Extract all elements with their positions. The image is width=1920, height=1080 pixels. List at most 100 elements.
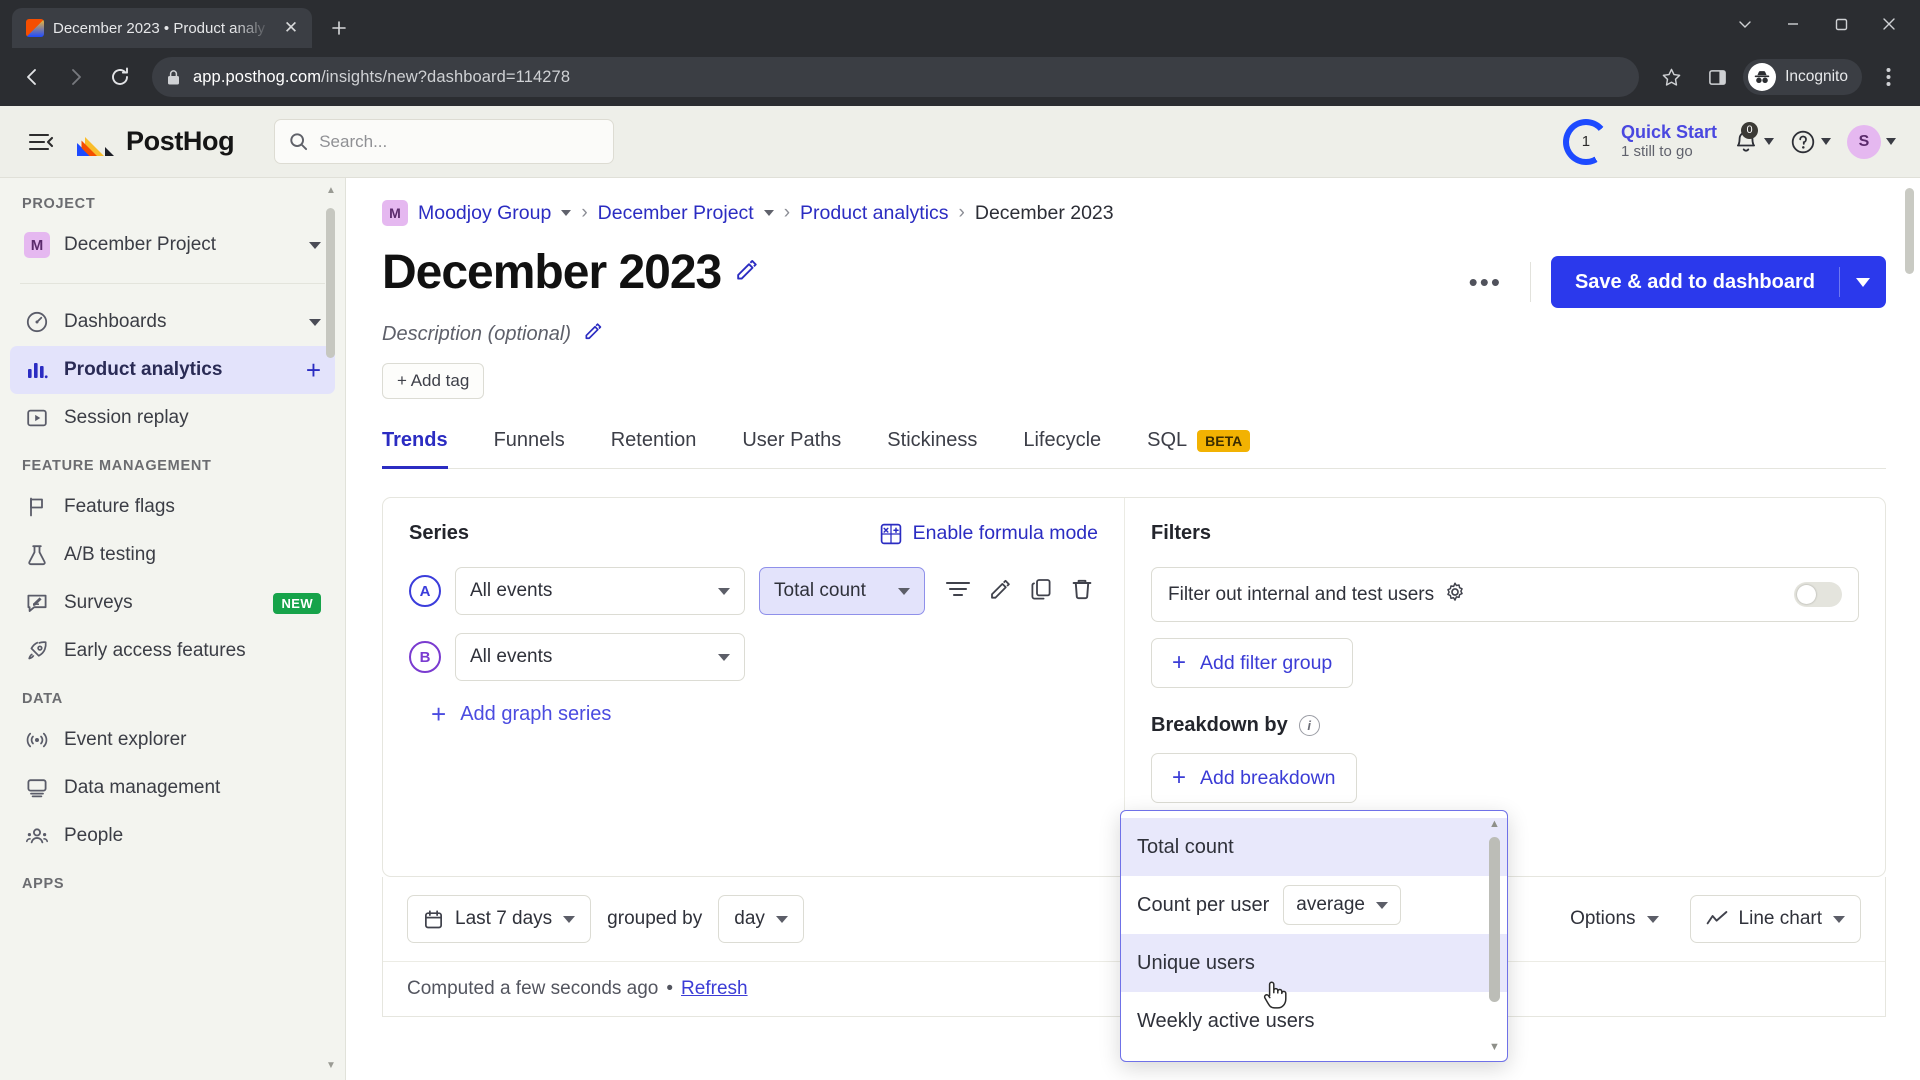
add-tag-button[interactable]: + Add tag <box>382 363 485 399</box>
breadcrumb-item-org[interactable]: Moodjoy Group <box>418 202 551 225</box>
chevron-down-icon[interactable] <box>309 318 321 326</box>
more-options-button[interactable]: ••• <box>1461 266 1510 299</box>
close-window-icon[interactable] <box>1866 4 1912 44</box>
options-button[interactable]: Options <box>1555 895 1674 943</box>
close-icon[interactable]: ✕ <box>280 17 302 39</box>
enable-formula-mode-button[interactable]: Enable formula mode <box>880 522 1098 545</box>
quick-start-title: Quick Start <box>1620 121 1717 142</box>
series-event-select-a[interactable]: All events <box>455 567 745 615</box>
notifications-button[interactable]: 0 <box>1733 121 1774 155</box>
sidebar-item-dashboards[interactable]: Dashboards <box>10 298 335 346</box>
menu-collapse-icon[interactable] <box>24 125 58 159</box>
delete-trash-icon[interactable] <box>1070 577 1094 606</box>
duplicate-icon[interactable] <box>1029 577 1053 606</box>
breadcrumb-item-project[interactable]: December Project <box>598 202 754 225</box>
back-icon[interactable] <box>12 57 52 97</box>
reload-icon[interactable] <box>100 57 140 97</box>
dropdown-item-monthly-active-users[interactable]: Monthly active users <box>1121 1050 1507 1061</box>
math-type-dropdown[interactable]: Total count Count per user average Uniqu… <box>1120 810 1508 1062</box>
options-label: Options <box>1570 908 1636 929</box>
dropdown-item-weekly-active-users[interactable]: Weekly active users <box>1121 992 1507 1050</box>
plus-icon: + <box>1172 764 1187 791</box>
incognito-indicator[interactable]: Incognito <box>1743 59 1862 95</box>
sidebar-item-early-access-features[interactable]: Early access features <box>10 627 335 675</box>
tab-stickiness[interactable]: Stickiness <box>887 429 977 468</box>
sidebar-project-selector[interactable]: M December Project <box>10 221 335 269</box>
sidebar-item-surveys[interactable]: Surveys NEW <box>10 579 335 627</box>
breadcrumb-item-product-analytics[interactable]: Product analytics <box>800 202 949 225</box>
address-bar[interactable]: app.posthog.com/insights/new?dashboard=1… <box>152 57 1640 97</box>
dropdown-item-total-count[interactable]: Total count <box>1121 818 1507 876</box>
sidebar-item-feature-flags[interactable]: Feature flags <box>10 483 335 531</box>
scrollbar-thumb[interactable] <box>1905 188 1914 274</box>
series-math-select-a[interactable]: Total count <box>759 567 925 615</box>
scrollbar-thumb[interactable] <box>326 208 335 358</box>
tab-trends[interactable]: Trends <box>382 429 448 469</box>
maximize-icon[interactable] <box>1818 4 1864 44</box>
forward-icon[interactable] <box>56 57 96 97</box>
dropdown-item-unique-users[interactable]: Unique users <box>1121 934 1507 992</box>
sidebar-item-session-replay[interactable]: Session replay <box>10 394 335 442</box>
search-input[interactable]: Search... <box>274 119 615 164</box>
count-per-user-aggregation-select[interactable]: average <box>1283 885 1401 925</box>
interval-selector[interactable]: day <box>718 895 804 943</box>
chevron-down-icon[interactable] <box>1722 4 1768 44</box>
tab-funnels[interactable]: Funnels <box>494 429 565 468</box>
save-dropdown-button[interactable] <box>1840 277 1886 287</box>
gear-icon[interactable] <box>1444 581 1466 609</box>
sidebar-item-product-analytics[interactable]: Product analytics + <box>10 346 335 394</box>
tab-sql[interactable]: SQL BETA <box>1147 429 1251 468</box>
scroll-down-icon[interactable]: ▼ <box>326 1061 336 1071</box>
minimize-icon[interactable] <box>1770 4 1816 44</box>
browser-tab[interactable]: December 2023 • Product analy ✕ <box>12 8 312 48</box>
info-icon[interactable]: i <box>1298 715 1320 736</box>
sidebar-item-ab-testing[interactable]: A/B testing <box>10 531 335 579</box>
add-insight-icon[interactable]: + <box>306 357 321 383</box>
date-range-selector[interactable]: Last 7 days <box>407 895 592 943</box>
brand[interactable]: PostHog <box>76 126 235 157</box>
scrollbar-thumb[interactable] <box>1489 837 1500 1002</box>
save-and-add-to-dashboard-button[interactable]: Save & add to dashboard <box>1550 256 1886 308</box>
scroll-down-icon[interactable]: ▼ <box>1489 1042 1500 1053</box>
sidebar-item-event-explorer[interactable]: Event explorer <box>10 716 335 764</box>
new-tab-button[interactable] <box>322 11 356 45</box>
sidebar-item-label: Session replay <box>64 407 189 428</box>
chevron-down-icon <box>718 653 730 661</box>
chart-type-selector[interactable]: Line chart <box>1689 895 1861 943</box>
sidebar-item-people[interactable]: People <box>10 812 335 860</box>
edit-pencil-icon[interactable] <box>988 577 1012 606</box>
account-menu[interactable]: S <box>1847 124 1896 159</box>
browser-menu-icon[interactable] <box>1868 57 1908 97</box>
tab-user-paths[interactable]: User Paths <box>742 429 841 468</box>
edit-description-pencil-icon[interactable] <box>583 321 603 347</box>
chevron-down-icon[interactable] <box>1764 138 1774 145</box>
dropdown-item-count-per-user[interactable]: Count per user average <box>1121 876 1507 934</box>
scroll-up-icon[interactable]: ▲ <box>1489 819 1500 830</box>
add-filter-group-button[interactable]: + Add filter group <box>1151 638 1354 688</box>
internal-users-filter-row[interactable]: Filter out internal and test users <box>1151 567 1859 622</box>
internal-users-toggle[interactable] <box>1794 582 1842 607</box>
chevron-down-icon[interactable] <box>763 210 774 216</box>
tab-retention[interactable]: Retention <box>611 429 697 468</box>
refresh-link[interactable]: Refresh <box>681 978 748 1000</box>
description-row[interactable]: Description (optional) <box>382 321 1886 347</box>
add-breakdown-button[interactable]: + Add breakdown <box>1151 753 1357 803</box>
chevron-down-icon[interactable] <box>309 241 321 249</box>
chevron-down-icon[interactable] <box>1821 138 1831 145</box>
chevron-down-icon[interactable] <box>1886 138 1896 145</box>
side-panel-icon[interactable] <box>1697 57 1737 97</box>
edit-title-pencil-icon[interactable] <box>734 257 759 289</box>
add-graph-series-button[interactable]: + Add graph series <box>409 699 1098 730</box>
help-button[interactable] <box>1790 129 1831 155</box>
quick-start-button[interactable]: 1 Quick Start 1 still to go <box>1562 118 1717 165</box>
sidebar-scrollbar[interactable]: ▲ ▼ <box>326 186 336 1071</box>
sidebar-item-data-management[interactable]: Data management <box>10 764 335 812</box>
tab-lifecycle[interactable]: Lifecycle <box>1023 429 1101 468</box>
scroll-up-icon[interactable]: ▲ <box>326 186 336 196</box>
main-scrollbar[interactable] <box>1905 188 1914 1070</box>
chevron-down-icon[interactable] <box>561 210 572 216</box>
series-event-select-b[interactable]: All events <box>455 633 745 681</box>
dropdown-scrollbar[interactable]: ▲ ▼ <box>1489 819 1500 1053</box>
bookmark-star-icon[interactable] <box>1651 57 1691 97</box>
filter-icon[interactable] <box>945 579 971 604</box>
